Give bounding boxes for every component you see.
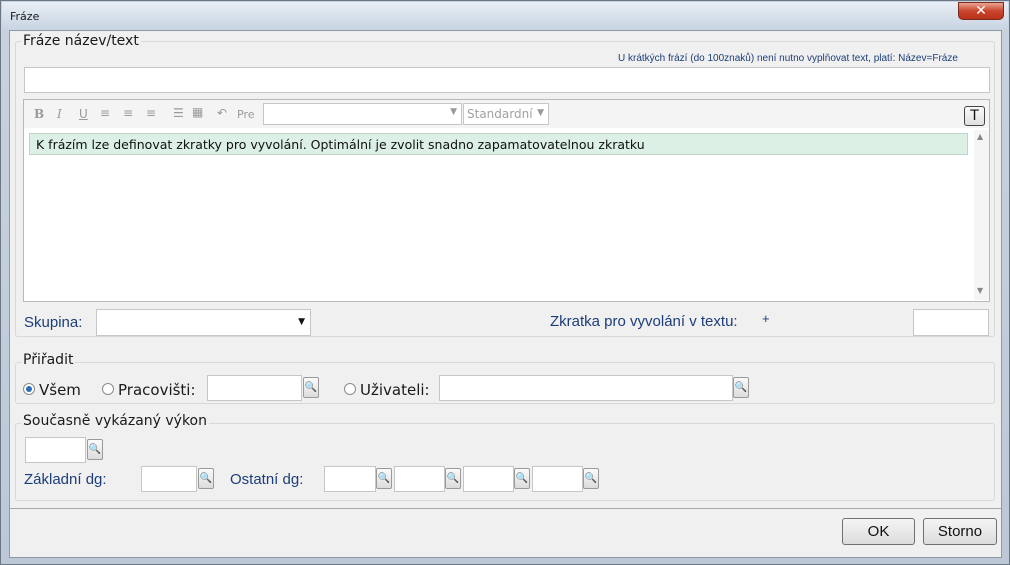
ok-button[interactable]: OK xyxy=(842,518,915,545)
radio-user[interactable] xyxy=(344,383,356,395)
align-center-icon[interactable]: ≡ xyxy=(123,106,133,120)
editor-text: K frázím lze definovat zkratky pro vyvol… xyxy=(36,137,645,152)
radio-workplace-label[interactable]: Pracovišti: xyxy=(118,381,196,399)
basic-dg-label: Základní dg: xyxy=(24,471,107,488)
other-dg-input-4[interactable] xyxy=(532,466,583,492)
basic-dg-search-icon[interactable]: 🔍 xyxy=(198,468,214,489)
bold-button[interactable]: B xyxy=(34,107,44,121)
workplace-search-icon[interactable]: 🔍 xyxy=(303,377,319,398)
other-dg-search-icon-1[interactable]: 🔍 xyxy=(376,468,392,489)
table-icon[interactable]: ▦ xyxy=(192,105,203,119)
underline-button[interactable]: U xyxy=(79,107,88,121)
dialog-body: Fráze název/text U krátkých frází (do 10… xyxy=(9,30,1002,558)
group-select[interactable]: ▼ xyxy=(96,309,311,336)
shortcut-input[interactable] xyxy=(913,309,989,336)
phrase-legend: Fráze název/text xyxy=(21,33,141,49)
chevron-down-icon: ▼ xyxy=(298,317,305,327)
radio-workplace[interactable] xyxy=(102,383,114,395)
radio-user-label[interactable]: Uživateli: xyxy=(360,381,430,399)
list-icon[interactable]: ☰ xyxy=(173,106,184,120)
performance-legend: Současně vykázaný výkon xyxy=(21,413,209,429)
footer-divider xyxy=(10,508,1001,509)
shortcut-label: Zkratka pro vyvolání v textu: xyxy=(550,313,738,330)
chevron-down-icon: ▼ xyxy=(450,107,457,117)
scroll-down-icon[interactable]: ▼ xyxy=(977,286,983,295)
workplace-input[interactable] xyxy=(207,375,302,401)
basic-dg-input[interactable] xyxy=(141,466,197,492)
pre-button[interactable]: Pre xyxy=(237,108,255,121)
rich-text-editor: B I U ≡ ≡ ≡ ☰ ▦ ↶ Pre ▼ Standardní ▼ T K… xyxy=(23,99,990,302)
window-title: Fráze xyxy=(10,10,40,23)
other-dg-input-3[interactable] xyxy=(463,466,514,492)
phrase-hint: U krátkých frází (do 100znaků) není nutn… xyxy=(618,53,958,64)
assign-legend: Přiřadit xyxy=(21,352,76,368)
italic-button[interactable]: I xyxy=(57,107,62,121)
size-select[interactable]: Standardní ▼ xyxy=(463,103,549,125)
user-input[interactable] xyxy=(439,375,733,401)
align-right-icon[interactable]: ≡ xyxy=(146,106,156,120)
scroll-up-icon[interactable]: ▲ xyxy=(977,132,983,141)
undo-icon[interactable]: ↶ xyxy=(217,106,227,120)
dialog-window: Fráze ✕ Fráze název/text U krátkých fráz… xyxy=(0,0,1010,565)
font-select[interactable]: ▼ xyxy=(263,103,462,125)
other-dg-input-2[interactable] xyxy=(394,466,445,492)
other-dg-label: Ostatní dg: xyxy=(230,471,304,488)
group-label: Skupina: xyxy=(24,314,83,331)
radio-all[interactable] xyxy=(23,383,35,395)
size-select-value: Standardní xyxy=(467,107,533,121)
performance-search-icon[interactable]: 🔍 xyxy=(87,439,103,460)
add-shortcut-button[interactable]: + xyxy=(762,311,770,326)
chevron-down-icon: ▼ xyxy=(537,108,544,118)
title-bar[interactable]: Fráze xyxy=(2,2,1008,30)
other-dg-search-icon-4[interactable]: 🔍 xyxy=(583,468,599,489)
editor-scrollbar[interactable]: ▲ ▼ xyxy=(974,130,989,300)
align-left-icon[interactable]: ≡ xyxy=(100,106,110,120)
close-button[interactable]: ✕ xyxy=(958,2,1004,20)
other-dg-search-icon-2[interactable]: 🔍 xyxy=(445,468,461,489)
text-mode-toggle[interactable]: T xyxy=(964,106,985,126)
other-dg-input-1[interactable] xyxy=(324,466,376,492)
radio-all-label[interactable]: Všem xyxy=(39,381,81,399)
performance-input[interactable] xyxy=(25,437,86,463)
user-search-icon[interactable]: 🔍 xyxy=(733,377,749,398)
editor-toolbar: B I U ≡ ≡ ≡ ☰ ▦ ↶ Pre ▼ Standardní ▼ T xyxy=(24,100,989,128)
cancel-button[interactable]: Storno xyxy=(923,518,997,545)
editor-content[interactable]: K frázím lze definovat zkratky pro vyvol… xyxy=(29,133,968,155)
phrase-name-input[interactable] xyxy=(24,67,990,93)
other-dg-search-icon-3[interactable]: 🔍 xyxy=(514,468,530,489)
